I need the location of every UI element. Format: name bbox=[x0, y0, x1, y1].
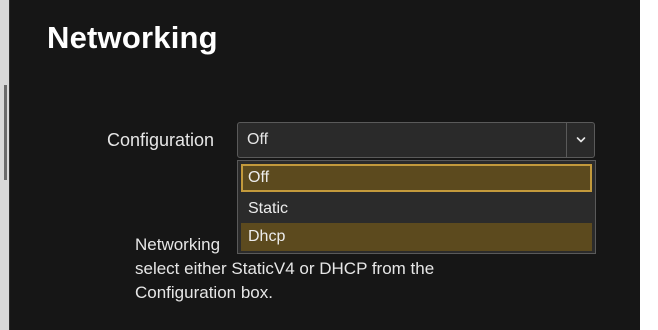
networking-panel: Networking Configuration Off Networking … bbox=[9, 0, 641, 330]
chevron-down-icon[interactable] bbox=[566, 123, 594, 157]
info-line: select either StaticV4 or DHCP from the bbox=[135, 259, 435, 278]
configuration-select[interactable]: Off bbox=[237, 122, 595, 158]
window-background bbox=[640, 0, 658, 330]
page-title: Networking bbox=[47, 20, 218, 55]
info-line: Configuration box. bbox=[135, 283, 273, 302]
option-off[interactable]: Off bbox=[241, 164, 592, 192]
configuration-label: Configuration bbox=[107, 130, 215, 150]
configuration-dropdown-list: Off Static Dhcp bbox=[237, 160, 596, 254]
window-edge bbox=[0, 0, 9, 330]
option-static[interactable]: Static bbox=[241, 195, 592, 223]
configuration-row: Configuration Off bbox=[10, 121, 641, 159]
configuration-select-value: Off bbox=[247, 131, 269, 148]
option-dhcp[interactable]: Dhcp bbox=[241, 223, 592, 251]
